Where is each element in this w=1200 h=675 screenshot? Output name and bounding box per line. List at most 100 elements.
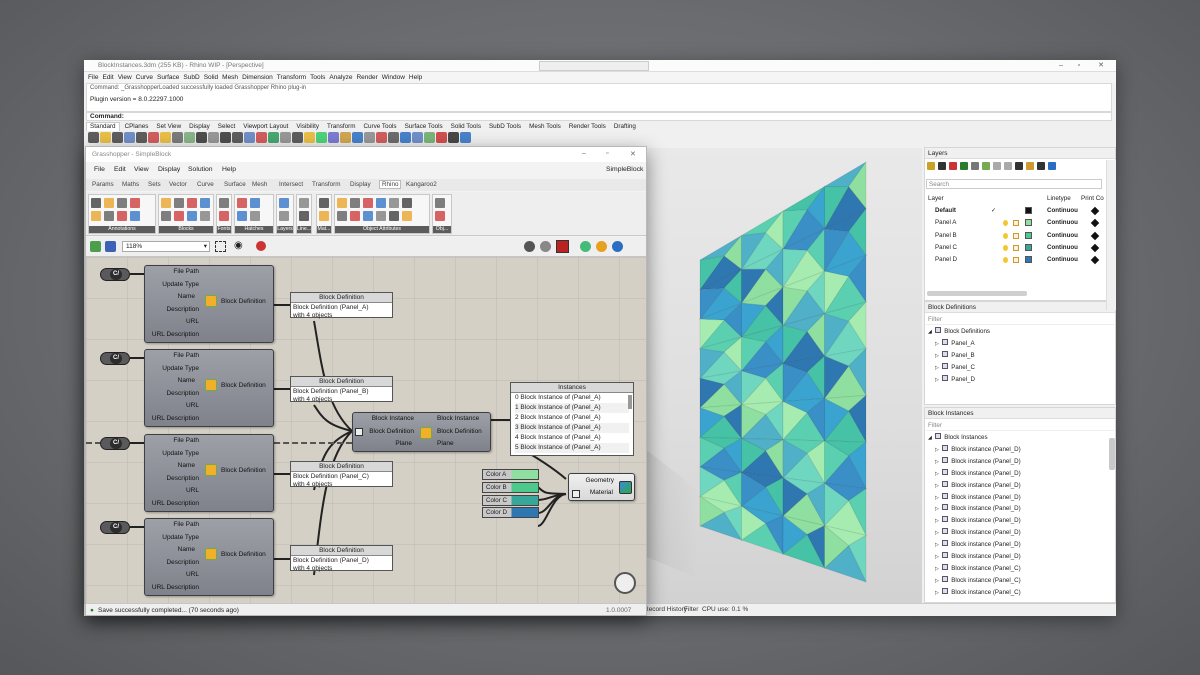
ribbon-component-icon[interactable] bbox=[389, 198, 399, 208]
gh-tab-surface[interactable]: Surface bbox=[224, 181, 246, 188]
input-param[interactable]: Description bbox=[166, 306, 199, 313]
ribbon-component-icon[interactable] bbox=[174, 198, 184, 208]
block-inst-item[interactable]: ▷ Block instance (Panel_D) bbox=[935, 444, 1021, 456]
toolbar-tool-icon[interactable] bbox=[388, 132, 399, 143]
gh-tab-rhino[interactable]: Rhino bbox=[379, 180, 402, 189]
viewport-mini-toolbar[interactable] bbox=[539, 61, 649, 71]
gh-tab-maths[interactable]: Maths bbox=[122, 181, 139, 188]
input-param[interactable]: Block Definition bbox=[369, 428, 414, 435]
ribbon-component-icon[interactable] bbox=[250, 211, 260, 221]
collapse-icon[interactable]: ▷ bbox=[935, 542, 940, 548]
ribbon-component-icon[interactable] bbox=[91, 198, 101, 208]
ribbon-component-icon[interactable] bbox=[219, 198, 229, 208]
collapse-icon[interactable]: ▷ bbox=[935, 554, 940, 560]
toolbar-tool-icon[interactable] bbox=[244, 132, 255, 143]
input-param[interactable]: URL bbox=[186, 487, 199, 494]
boolean-toggle[interactable]: C/ bbox=[100, 521, 130, 534]
ribbon-component-icon[interactable] bbox=[174, 211, 184, 221]
layer-row[interactable]: Default ✓ Continuou bbox=[925, 205, 1115, 217]
block-instance-component[interactable]: Block Instance Block Definition Plane Block… bbox=[352, 412, 491, 452]
layer-lock-icon[interactable] bbox=[1013, 244, 1019, 251]
menu-item-file[interactable]: File bbox=[88, 72, 98, 83]
layer-color-swatch[interactable] bbox=[1025, 256, 1032, 264]
layer-lock-icon[interactable] bbox=[1013, 232, 1019, 239]
block-inst-root[interactable]: ◢ Block Instances bbox=[925, 432, 988, 444]
toolbar-tool-icon[interactable] bbox=[448, 132, 459, 143]
gh-tab-intersect[interactable]: Intersect bbox=[279, 181, 303, 188]
menu-item-help[interactable]: Help bbox=[409, 72, 422, 83]
block-definition-component[interactable]: File Path Update Type Name Description URL UR… bbox=[144, 349, 274, 427]
block-inst-item[interactable]: ▷ Block instance (Panel_D) bbox=[935, 480, 1021, 492]
ribbon-component-icon[interactable] bbox=[363, 198, 373, 208]
ribbon-component-icon[interactable] bbox=[237, 211, 247, 221]
maximize-button[interactable]: ▫ bbox=[1070, 61, 1088, 71]
menu-item-dimension[interactable]: Dimension bbox=[242, 72, 273, 83]
output-param[interactable]: Block Definition bbox=[437, 428, 482, 435]
ribbon-component-icon[interactable] bbox=[279, 211, 289, 221]
input-param[interactable]: Description bbox=[166, 559, 199, 566]
toolbar-tool-icon[interactable] bbox=[184, 132, 195, 143]
ribbon-component-icon[interactable] bbox=[402, 211, 412, 221]
menu-item-window[interactable]: Window bbox=[382, 72, 405, 83]
current-layer-check-icon[interactable]: ✓ bbox=[991, 205, 996, 217]
menu-item-solid[interactable]: Solid bbox=[204, 72, 218, 83]
ribbon-component-icon[interactable] bbox=[117, 198, 127, 208]
collapse-icon[interactable]: ▷ bbox=[935, 590, 940, 596]
input-param[interactable]: Description bbox=[166, 390, 199, 397]
ribbon-component-icon[interactable] bbox=[104, 198, 114, 208]
menu-item-view[interactable]: View bbox=[118, 72, 132, 83]
menu-item-analyze[interactable]: Analyze bbox=[329, 72, 352, 83]
toolbar-tool-icon[interactable] bbox=[316, 132, 327, 143]
block-definition-component[interactable]: File Path Update Type Name Description URL UR… bbox=[144, 265, 274, 343]
ribbon-component-icon[interactable] bbox=[363, 211, 373, 221]
expand-icon[interactable]: ◢ bbox=[928, 435, 933, 441]
preview-shaded-icon[interactable] bbox=[556, 240, 569, 253]
layer-color-swatch[interactable] bbox=[1025, 243, 1032, 251]
layer-lock-icon[interactable] bbox=[1013, 257, 1019, 264]
layer-tool-icon[interactable] bbox=[982, 162, 990, 170]
block-def-root[interactable]: ◢ Block Definitions bbox=[925, 326, 990, 338]
collapse-icon[interactable]: ▷ bbox=[935, 471, 940, 477]
collapse-icon[interactable]: ▷ bbox=[935, 341, 940, 347]
collapse-icon[interactable]: ▷ bbox=[935, 353, 940, 359]
color-swatch[interactable]: Color D bbox=[482, 507, 539, 519]
ribbon-component-icon[interactable] bbox=[337, 211, 347, 221]
boolean-toggle[interactable]: C/ bbox=[100, 268, 130, 281]
output-param[interactable]: Block Instance bbox=[437, 415, 479, 422]
menu-item-render[interactable]: Render bbox=[356, 72, 377, 83]
input-param[interactable]: Name bbox=[178, 377, 195, 384]
input-param[interactable]: URL bbox=[186, 402, 199, 409]
minimize-button[interactable]: – bbox=[1052, 61, 1070, 71]
ribbon-component-icon[interactable] bbox=[200, 211, 210, 221]
ribbon-component-icon[interactable] bbox=[187, 198, 197, 208]
gh-tab-mesh[interactable]: Mesh bbox=[252, 181, 267, 188]
block-inst-item[interactable]: ▷ Block instance (Panel_D) bbox=[935, 551, 1021, 563]
ribbon-component-icon[interactable] bbox=[250, 198, 260, 208]
block-inst-item[interactable]: ▷ Block instance (Panel_C) bbox=[935, 563, 1021, 575]
gh-menu-view[interactable]: View bbox=[134, 166, 149, 173]
input-param[interactable]: Plane bbox=[395, 440, 412, 447]
block-inst-item[interactable]: ▷ Block instance (Panel_D) bbox=[935, 503, 1021, 515]
output-param[interactable]: Block Definition bbox=[221, 298, 266, 305]
ribbon-component-icon[interactable] bbox=[161, 211, 171, 221]
input-param[interactable]: File Path bbox=[173, 437, 199, 444]
color-swatch[interactable]: Color B bbox=[482, 481, 539, 493]
block-definition-component[interactable]: File Path Update Type Name Description URL UR… bbox=[144, 434, 274, 512]
block-definition-panel[interactable]: Block Definition Block Definition (Panel_… bbox=[290, 461, 393, 488]
layer-color-swatch[interactable] bbox=[1025, 219, 1032, 227]
input-param[interactable]: File Path bbox=[173, 521, 199, 528]
input-param[interactable]: Name bbox=[178, 293, 195, 300]
toolbar-tool-icon[interactable] bbox=[136, 132, 147, 143]
ribbon-component-icon[interactable] bbox=[435, 211, 445, 221]
toolbar-tool-icon[interactable] bbox=[232, 132, 243, 143]
layer-lock-icon[interactable] bbox=[1013, 220, 1019, 227]
collapse-icon[interactable]: ▷ bbox=[935, 483, 940, 489]
toolbar-tool-icon[interactable] bbox=[220, 132, 231, 143]
layer-tool-icon[interactable] bbox=[960, 162, 968, 170]
collapse-icon[interactable]: ▷ bbox=[935, 518, 940, 524]
menu-item-curve[interactable]: Curve bbox=[136, 72, 153, 83]
ribbon-component-icon[interactable] bbox=[200, 198, 210, 208]
ribbon-component-icon[interactable] bbox=[237, 198, 247, 208]
block-inst-filter-input[interactable]: Filter bbox=[926, 421, 1114, 431]
input-param[interactable]: File Path bbox=[173, 352, 199, 359]
